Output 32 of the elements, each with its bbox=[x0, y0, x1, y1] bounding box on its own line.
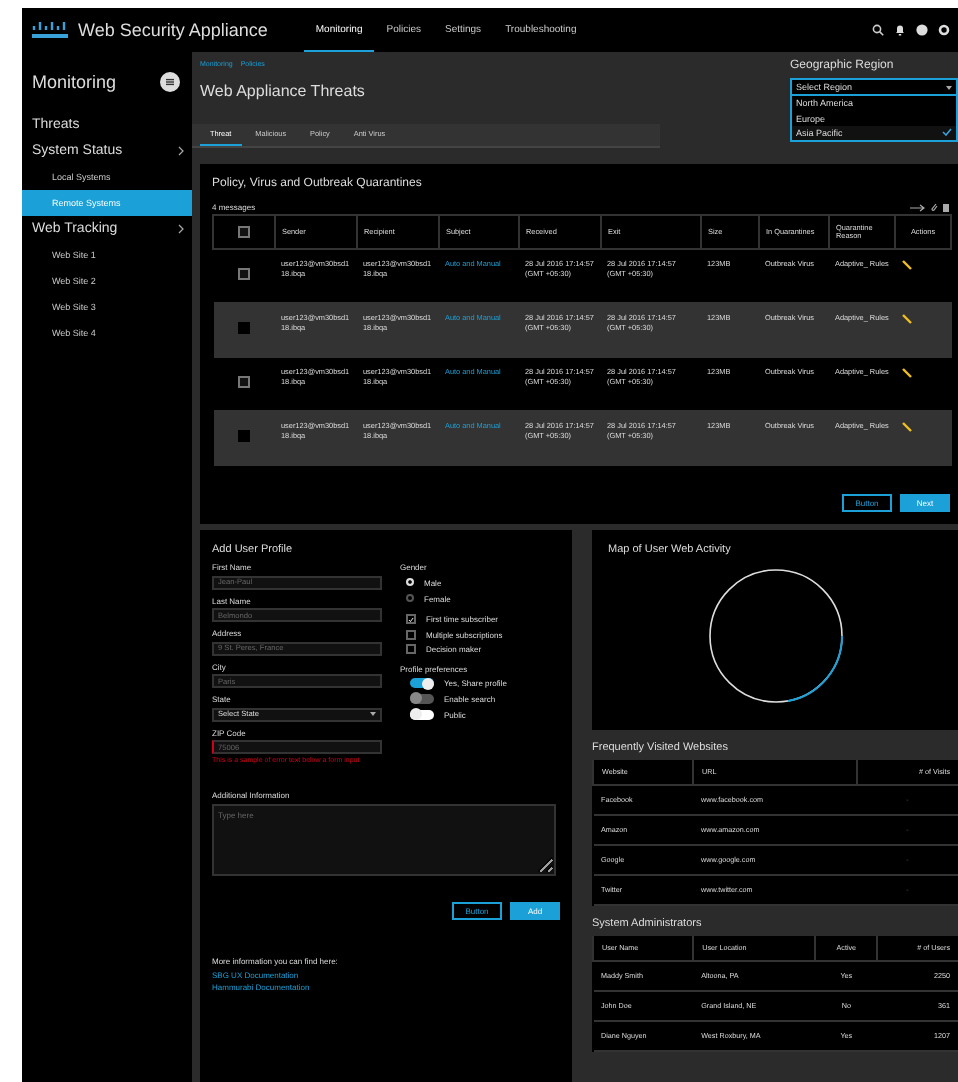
page-title: Web Appliance Threats bbox=[200, 82, 365, 100]
pencil-icon[interactable] bbox=[901, 368, 911, 379]
sidebar-title: Monitoring bbox=[32, 72, 117, 92]
caret-icon bbox=[946, 85, 952, 89]
chevron-right-icon bbox=[178, 224, 184, 234]
checkbox[interactable] bbox=[238, 430, 250, 443]
arrows-icon[interactable] bbox=[910, 203, 926, 212]
caret-icon bbox=[370, 712, 376, 717]
chevron-right-icon bbox=[178, 146, 184, 156]
settings-icon[interactable] bbox=[938, 24, 950, 36]
app-title: Web Security Appliance bbox=[78, 20, 268, 40]
pencil-icon[interactable] bbox=[901, 422, 911, 433]
toggle-switch[interactable] bbox=[410, 709, 434, 720]
checkbox[interactable] bbox=[406, 629, 416, 640]
trash-icon[interactable] bbox=[942, 202, 950, 213]
check-icon bbox=[942, 128, 952, 137]
ring-drawing bbox=[707, 568, 843, 705]
checkbox[interactable] bbox=[238, 268, 250, 281]
pencil-icon[interactable] bbox=[901, 260, 911, 271]
pencil-icon[interactable] bbox=[901, 314, 911, 325]
radio-button[interactable] bbox=[406, 594, 414, 603]
search-icon[interactable] bbox=[872, 24, 884, 36]
toggle-switch[interactable] bbox=[410, 678, 434, 689]
checkbox[interactable] bbox=[406, 644, 416, 655]
checkbox[interactable] bbox=[238, 376, 250, 389]
logo-icon bbox=[30, 20, 70, 40]
menu-icon[interactable] bbox=[160, 72, 180, 92]
paperclip-icon[interactable] bbox=[930, 202, 938, 213]
checkbox[interactable] bbox=[406, 614, 416, 625]
checkbox[interactable] bbox=[238, 225, 250, 238]
checkbox[interactable] bbox=[238, 322, 250, 335]
bell-icon[interactable] bbox=[894, 24, 906, 36]
